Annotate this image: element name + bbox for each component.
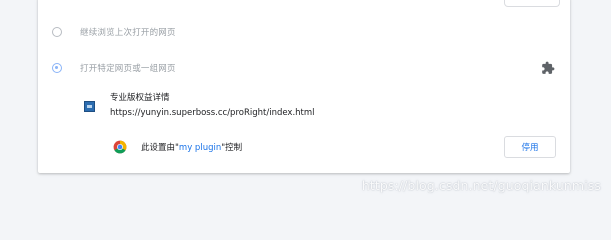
radio-open-specific-pages[interactable]: 打开特定网页或一组网页: [52, 62, 176, 74]
previous-section-button[interactable]: [504, 0, 560, 7]
radio-button-unchecked[interactable]: [52, 27, 62, 37]
radio-button-checked[interactable]: [52, 63, 62, 73]
policy-notice-text: 此设置由"my plugin"控制: [141, 141, 242, 153]
disable-extension-button[interactable]: 停用: [504, 136, 556, 158]
page-favicon-icon: [84, 101, 95, 112]
radio-label-specific-pages: 打开特定网页或一组网页: [80, 64, 176, 74]
policy-suffix: "控制: [221, 143, 243, 153]
radio-label-continue: 继续浏览上次打开的网页: [80, 28, 176, 38]
startup-page-title: 专业版权益详情: [110, 93, 170, 103]
startup-page-entry[interactable]: 专业版权益详情 https://yunyin.superboss.cc/proR…: [84, 92, 315, 120]
startup-page-url: https://yunyin.superboss.cc/proRight/ind…: [110, 108, 315, 118]
extension-name-link[interactable]: my plugin: [179, 143, 221, 153]
policy-prefix: 此设置由": [141, 143, 179, 153]
radio-continue-where-left-off[interactable]: 继续浏览上次打开的网页: [52, 26, 176, 38]
startup-page-text: 专业版权益详情 https://yunyin.superboss.cc/proR…: [110, 92, 315, 120]
chrome-icon: [113, 140, 127, 154]
extension-control-notice: 此设置由"my plugin"控制: [113, 140, 242, 154]
watermark-text: https://blog.csdn.net/guoqiankunmiss: [361, 178, 601, 193]
startup-settings-card: 继续浏览上次打开的网页 打开特定网页或一组网页 专业版权益详情 https://…: [38, 0, 570, 173]
puzzle-piece-icon[interactable]: [541, 61, 555, 75]
